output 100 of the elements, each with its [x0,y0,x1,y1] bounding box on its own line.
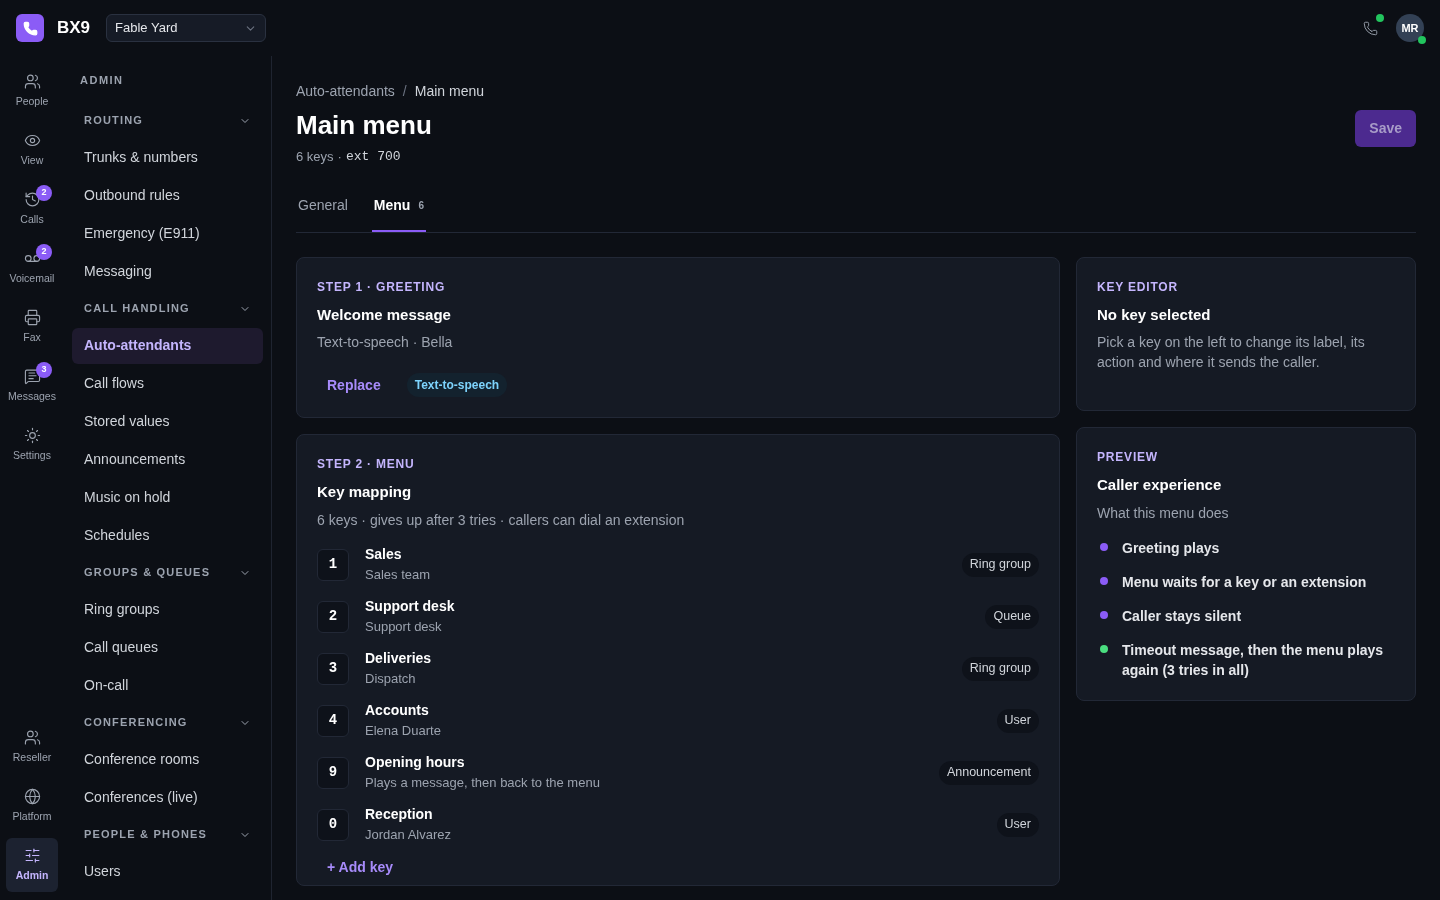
nav-item[interactable]: Schedules [72,517,263,554]
key-digit: 0 [317,808,349,841]
rail-item[interactable]: Messages 3 [6,359,58,413]
nav-item[interactable]: Conference rooms [72,741,263,778]
rail-item[interactable]: Settings [6,418,58,472]
key-name: Sales [365,545,403,565]
destination-tag: Ring group [961,552,1039,577]
nav-item[interactable]: Emergency (E911) [72,215,263,252]
rail-item[interactable]: Calls 2 [6,182,58,236]
timeline-step: Timeout message, then the menu plays again (3 tries in all) [1122,639,1395,680]
nav-item[interactable]: Users [72,853,263,890]
key-name: Accounts [365,701,430,721]
nav-item[interactable]: Messaging [72,253,263,290]
brand-name: BX9 [57,17,91,40]
extension-number: ext 700 [345,148,401,166]
logo-icon [16,14,44,42]
destination-tag: Announcement [938,760,1039,785]
rail-item[interactable]: People [6,64,58,118]
globe-icon [23,787,41,805]
rail-item[interactable]: Reseller [6,720,58,774]
key-row[interactable]: 3 Deliveries Dispatch Ring group [317,650,1039,687]
nav-item[interactable]: Conferences (live) [72,779,263,816]
rail-item[interactable]: Voicemail 2 [6,241,58,295]
replace-button[interactable]: Replace [317,371,391,399]
nav-heading: ADMIN [79,73,125,88]
tab[interactable]: General [296,194,350,232]
breadcrumb-separator: / [402,82,407,101]
card-title: No key selected [1097,304,1212,325]
count-badge: 2 [36,185,52,201]
card-title: Caller experience [1097,475,1223,495]
key-row[interactable]: 0 Reception Jordan Alvarez User [317,806,1039,843]
nav-section-header[interactable]: ROUTING [72,102,263,139]
tts-tag: Text-to-speech [406,373,508,397]
nav-section-header[interactable]: GROUPS & QUEUES [72,554,263,591]
history-icon [23,190,41,208]
key-target: Sales team [365,566,432,585]
card-title: Welcome message [317,304,452,325]
timeline-step: Caller stays silent [1122,605,1242,626]
card-eyebrow: KEY EDITOR [1097,278,1179,296]
key-target: Support desk [365,618,443,637]
people-icon [23,72,41,90]
key-target: Elena Duarte [365,722,442,741]
card-subtitle: 6 keys · gives up after 3 tries · callers can dial an extension [317,510,686,530]
card-eyebrow: PREVIEW [1097,449,1159,466]
key-row[interactable]: 9 Opening hours Plays a message, then back to the menu Announcement [317,754,1039,791]
key-target: Jordan Alvarez [365,826,452,845]
destination-tag: Ring group [961,656,1039,681]
nav-item[interactable]: Ring groups [72,591,263,628]
key-digit: 3 [317,652,349,685]
step-label: STEP 2 · MENU [317,456,416,473]
tab[interactable]: Menu 6 [371,194,426,232]
nav-section-header[interactable]: CALL HANDLING [72,290,263,327]
settings-icon [23,426,41,444]
workspace-select[interactable]: Fable Yard [106,14,267,42]
message-icon [23,367,41,385]
card-description: Pick a key on the left to change its label, its action and where it sends the caller. [1097,333,1366,372]
rail-item[interactable]: Platform [6,779,58,833]
nav-item[interactable]: Outbound rules [72,177,263,214]
key-target: Dispatch [365,670,417,689]
destination-tag: User [996,708,1039,733]
add-key-button[interactable]: + Add key [327,856,393,878]
rail-item[interactable]: Fax [6,300,58,354]
count-badge: 3 [36,362,52,378]
nav-item[interactable]: Music on hold [72,479,263,516]
key-digit: 1 [317,548,349,581]
count-badge: 2 [36,244,52,260]
key-count: 6 keys [296,148,334,166]
step-label: STEP 1 · GREETING [317,278,447,296]
key-name: Opening hours [365,753,466,773]
destination-tag: User [996,812,1039,837]
nav-item[interactable]: Announcements [72,441,263,478]
nav-item[interactable]: Call queues [72,629,263,666]
nav-section-header[interactable]: CONFERENCING [72,704,263,741]
key-digit: 4 [317,704,349,737]
timeline-step: Greeting plays [1122,537,1220,558]
key-row[interactable]: 1 Sales Sales team Ring group [317,546,1039,583]
timeline-step: Menu waits for a key or an extension [1122,571,1367,592]
rail-item[interactable]: Admin [6,838,58,892]
breadcrumb-current: Main menu [414,82,484,101]
nav-item[interactable]: Call flows [72,365,263,402]
key-name: Deliveries [365,649,433,669]
nav-item[interactable]: Auto-attendants [72,327,263,364]
printer-icon [23,308,41,326]
key-row[interactable]: 2 Support desk Support desk Queue [317,598,1039,635]
nav-item[interactable]: Stored values [72,403,263,440]
card-title: Key mapping [317,482,413,502]
separator-dot: · [337,148,342,166]
card-subtitle: What this menu does [1097,503,1230,523]
page-title: Main menu [296,109,432,142]
user-avatar[interactable]: MR [1396,14,1424,42]
rail-item[interactable]: View [6,123,58,177]
key-name: Support desk [365,597,456,617]
key-row[interactable]: 4 Accounts Elena Duarte User [317,702,1039,739]
key-name: Reception [365,805,434,825]
breadcrumb-link[interactable]: Auto-attendants [296,81,395,102]
nav-item[interactable]: On-call [72,667,263,704]
destination-tag: Queue [985,604,1039,629]
key-target: Plays a message, then back to the menu [365,774,601,793]
nav-item[interactable]: Trunks & numbers [72,139,263,176]
nav-section-header[interactable]: PEOPLE & PHONES [72,816,263,853]
